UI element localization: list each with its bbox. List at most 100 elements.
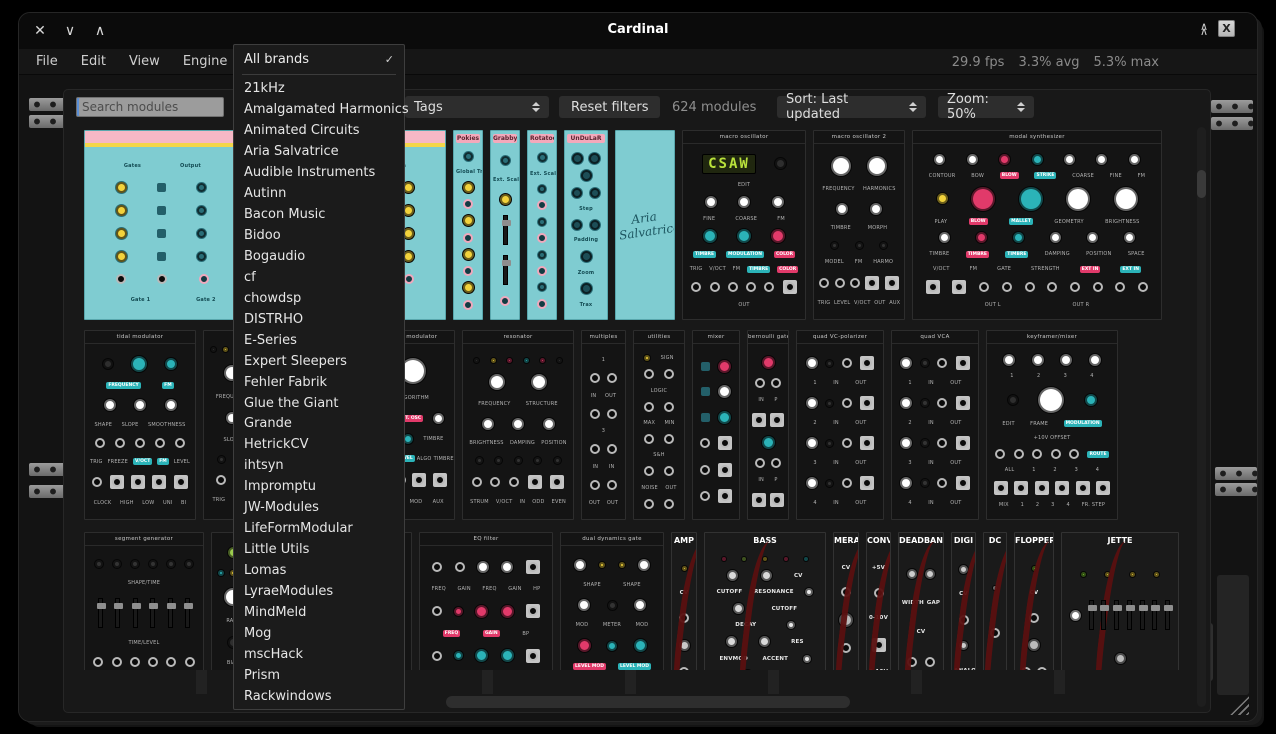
jack-port[interactable]: [607, 409, 617, 419]
jack-port[interactable]: [937, 398, 947, 408]
module-card[interactable]: JETTEINPUT: [1061, 532, 1179, 670]
knob[interactable]: [826, 480, 833, 487]
module-card[interactable]: DEADBANDWIDTHGAPCV: [898, 532, 944, 670]
knob[interactable]: [900, 477, 912, 489]
menu-item-brand[interactable]: Glue the Giant: [234, 393, 404, 414]
knob[interactable]: [993, 586, 997, 590]
vertical-scrollbar-thumb[interactable]: [1197, 170, 1206, 198]
jack-port[interactable]: [755, 458, 765, 468]
jack-port[interactable]: [490, 477, 500, 487]
jack-port[interactable]: [1051, 449, 1061, 459]
jack-port[interactable]: [185, 657, 195, 667]
jack-port[interactable]: [404, 274, 414, 284]
menu-item-brand[interactable]: LyraeModules: [234, 581, 404, 602]
jack-port[interactable]: [116, 274, 126, 284]
knob[interactable]: [772, 196, 784, 208]
knob[interactable]: [524, 358, 529, 363]
module-card[interactable]: MERACVPRE: [833, 532, 859, 670]
menu-item-brand[interactable]: 21kHz: [234, 78, 404, 99]
jack-port[interactable]: [432, 562, 442, 572]
slider[interactable]: [1165, 600, 1170, 630]
module-card[interactable]: PokiesGlobal Trig: [453, 130, 483, 320]
jack-port[interactable]: [1093, 282, 1103, 292]
module-card[interactable]: Aria Salvatrice: [615, 130, 675, 320]
jack-port[interactable]: [95, 438, 105, 448]
knob[interactable]: [705, 196, 717, 208]
knob[interactable]: [501, 649, 514, 662]
knob[interactable]: [218, 570, 224, 576]
jack-port[interactable]: [819, 278, 829, 288]
knob[interactable]: [185, 560, 193, 568]
jack-port[interactable]: [664, 499, 674, 509]
knob[interactable]: [831, 156, 851, 176]
knob[interactable]: [1032, 566, 1037, 571]
menu-item-brand[interactable]: Prism: [234, 665, 404, 686]
knob[interactable]: [116, 182, 127, 193]
jack-port[interactable]: [862, 478, 872, 488]
knob[interactable]: [976, 232, 987, 243]
knob[interactable]: [454, 651, 463, 660]
menu-item-brand[interactable]: Fehler Fabrik: [234, 372, 404, 393]
knob[interactable]: [718, 411, 731, 424]
menu-file[interactable]: File: [36, 54, 58, 69]
jack-port[interactable]: [472, 477, 482, 487]
knob[interactable]: [1085, 394, 1097, 406]
knob[interactable]: [934, 154, 945, 165]
module-card[interactable]: resonatorFREQUENCYSTRUCTUREBRIGHTNESSDAM…: [462, 330, 574, 520]
knob[interactable]: [540, 358, 545, 363]
slider[interactable]: [1101, 600, 1106, 630]
module-card[interactable]: mixer: [692, 330, 740, 520]
knob[interactable]: [831, 242, 838, 249]
jack-port[interactable]: [500, 296, 510, 306]
jack-port[interactable]: [112, 477, 122, 487]
knob[interactable]: [880, 242, 887, 249]
knob[interactable]: [589, 153, 600, 164]
knob[interactable]: [1114, 187, 1138, 211]
knob[interactable]: [538, 251, 546, 259]
knob[interactable]: [116, 205, 127, 216]
jack-port[interactable]: [1032, 449, 1042, 459]
menu-item-brand[interactable]: Mog: [234, 623, 404, 644]
knob[interactable]: [218, 456, 225, 463]
toggle-switch[interactable]: [157, 183, 166, 192]
toggle-switch[interactable]: [157, 229, 166, 238]
jack-port[interactable]: [867, 278, 877, 288]
module-card[interactable]: EQ filterFREQGAINFREQGAINHPFREQGAINBPFRE…: [419, 532, 553, 670]
menu-item-brand[interactable]: MindMeld: [234, 602, 404, 623]
knob[interactable]: [806, 477, 818, 489]
jack-port[interactable]: [764, 282, 774, 292]
knob[interactable]: [775, 158, 786, 169]
jack-port[interactable]: [937, 358, 947, 368]
collapse-chevrons-icon[interactable]: ∧∧: [1200, 24, 1208, 34]
knob[interactable]: [476, 457, 483, 464]
jack-port[interactable]: [528, 651, 538, 661]
knob[interactable]: [763, 557, 767, 561]
slider[interactable]: [1114, 600, 1119, 630]
jack-port[interactable]: [728, 282, 738, 292]
menu-item-brand[interactable]: Little Utils: [234, 539, 404, 560]
jack-port[interactable]: [842, 398, 852, 408]
toggle-switch[interactable]: [701, 362, 710, 371]
module-card[interactable]: quad VCA1INOUT2INOUT3INOUT4INOUT: [891, 330, 979, 520]
knob[interactable]: [599, 562, 605, 568]
jack-port[interactable]: [135, 438, 145, 448]
menu-item-brand[interactable]: LifeFormModular: [234, 518, 404, 539]
knob[interactable]: [762, 356, 775, 369]
jack-port[interactable]: [850, 278, 860, 288]
menu-item-brand[interactable]: HetrickCV: [234, 434, 404, 455]
knob[interactable]: [1032, 354, 1044, 366]
jack-port[interactable]: [691, 282, 701, 292]
knob[interactable]: [1003, 354, 1015, 366]
menu-item-brand[interactable]: Rackwindows: [234, 686, 404, 707]
module-card[interactable]: segment generatorSHAPE/TIMETIME/LEVELGAT…: [84, 532, 204, 670]
knob[interactable]: [619, 562, 625, 568]
jack-port[interactable]: [590, 444, 600, 454]
jack-port[interactable]: [509, 477, 519, 487]
knob[interactable]: [197, 252, 206, 261]
jack-port[interactable]: [1138, 282, 1148, 292]
knob[interactable]: [925, 569, 935, 579]
knob[interactable]: [805, 588, 813, 596]
knob[interactable]: [1089, 354, 1101, 366]
jack-port[interactable]: [754, 415, 764, 425]
module-card[interactable]: AMPCVIN: [671, 532, 697, 670]
